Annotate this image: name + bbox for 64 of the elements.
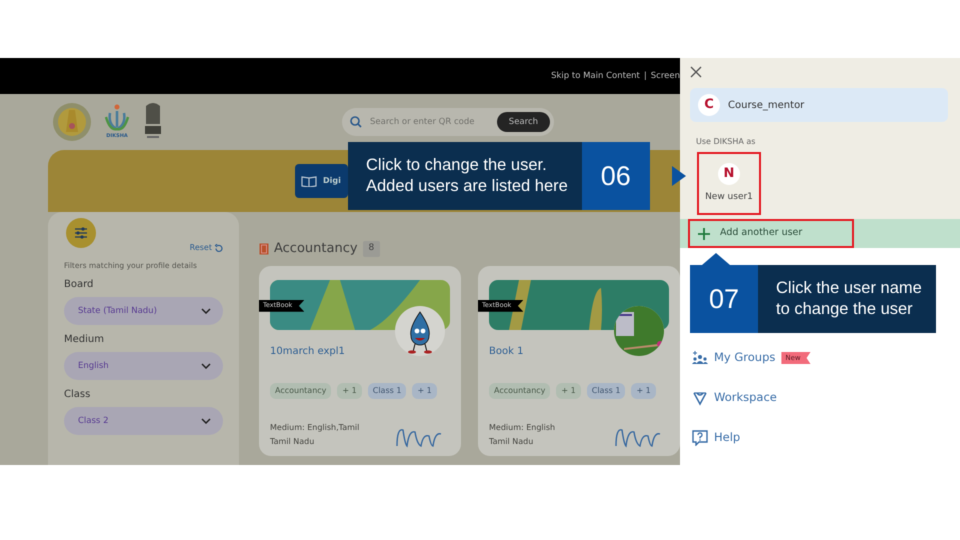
digital-content-button[interactable]: Digi: [295, 164, 348, 198]
tag-chip: + 1: [337, 383, 362, 399]
sliders-icon: [74, 227, 88, 239]
select-value: English: [78, 360, 109, 373]
group-icon: [692, 350, 708, 366]
filter-label: Board: [64, 278, 94, 292]
count-badge: 8: [362, 241, 380, 257]
card-title: 10march expl1: [270, 345, 346, 359]
diksha-logo: [102, 103, 132, 134]
tag-chip: Class 1: [368, 383, 406, 399]
book-icon: [301, 175, 317, 187]
chevron-down-icon: [201, 418, 211, 424]
search-icon: [350, 116, 362, 128]
callout-text: Click to change the user. Added users are listed here: [348, 142, 582, 210]
plus-icon: [698, 228, 710, 240]
menu-item[interactable]: Help: [692, 418, 960, 458]
filter-button[interactable]: [66, 218, 96, 248]
filter-label: Class: [64, 388, 92, 402]
filter-label: Medium: [64, 333, 105, 348]
card-medium: Medium: English,Tamil: [270, 422, 360, 434]
emblem-logo: [52, 100, 92, 144]
add-user-button[interactable]: Add another user: [688, 219, 854, 248]
profile-item[interactable]: C Course_mentor: [690, 88, 948, 122]
tag-chip: + 1: [412, 383, 437, 399]
chevron-down-icon: [201, 308, 211, 314]
tag-chip: Class 1: [586, 383, 626, 399]
use-as-label: Use DIKSHA as: [696, 136, 756, 148]
search-button[interactable]: Search: [496, 112, 550, 132]
select-value: State (Tamil Nadu): [78, 304, 157, 318]
close-icon: [690, 66, 702, 78]
avatar-initial: C: [698, 94, 720, 116]
top-link[interactable]: Skip to Main Content: [551, 70, 640, 82]
filter-select[interactable]: Class 2: [64, 407, 223, 436]
user-name: New user1: [705, 190, 753, 204]
top-link[interactable]: Screen: [650, 70, 680, 82]
tag-chip: Accountancy: [270, 383, 332, 399]
filter-select[interactable]: State (Tamil Nadu): [64, 297, 223, 326]
avatar-initial: N: [718, 162, 740, 185]
select-value: Class 2: [78, 414, 108, 428]
user-tile[interactable]: N New user1: [697, 152, 761, 215]
card-board: Tamil Nadu: [489, 436, 534, 448]
tag-chip: Accountancy: [489, 383, 550, 399]
card-title: Book 1: [489, 345, 524, 359]
callout-pointer: [672, 166, 686, 186]
callout-text: Click the user name to change the user: [758, 265, 936, 333]
step-number: 07: [690, 265, 758, 333]
separator-text: |: [644, 70, 647, 82]
filter-select[interactable]: English: [64, 352, 223, 380]
section-title: Accountancy: [274, 240, 358, 258]
search-field[interactable]: Search or enter QR code Search: [342, 108, 554, 136]
tag-chip: + 1: [556, 383, 581, 399]
help-icon: [692, 430, 708, 446]
calendar-thumbnail-drawing: [614, 306, 664, 356]
step-number: 06: [582, 142, 650, 210]
menu-item[interactable]: Workspace: [692, 378, 960, 418]
tag-chip: + 1: [631, 383, 656, 399]
workspace-icon: [692, 390, 708, 406]
reset-icon: [214, 244, 223, 252]
card-medium: Medium: English: [489, 422, 556, 434]
chevron-down-icon: [201, 363, 211, 370]
card-board: Tamil Nadu: [270, 436, 316, 448]
callout-pointer: [702, 253, 730, 265]
book-icon: [259, 243, 269, 255]
profile-name: Course_mentor: [728, 98, 804, 112]
